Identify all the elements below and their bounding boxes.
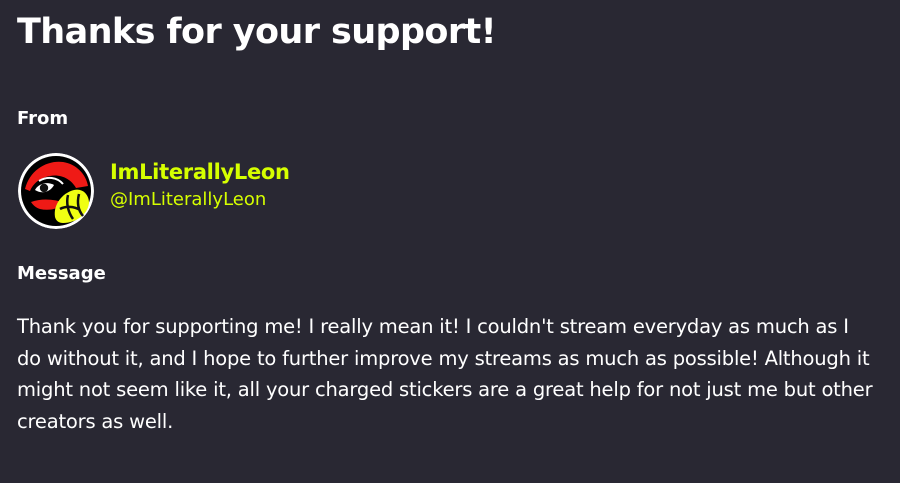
message-body: Thank you for supporting me! I really me… xyxy=(17,315,873,433)
sender-handle: @ImLiterallyLeon xyxy=(110,189,267,210)
avatar xyxy=(18,153,94,229)
from-label: From xyxy=(17,108,69,129)
page-title: Thanks for your support! xyxy=(17,12,497,52)
message-label: Message xyxy=(17,263,106,284)
sender-profile: ImLiterallyLeon @ImLiterallyLeon xyxy=(18,153,290,229)
sender-info: ImLiterallyLeon @ImLiterallyLeon xyxy=(110,158,290,214)
red-yellow-turtle-avatar-icon xyxy=(18,153,94,229)
sender-display-name: ImLiterallyLeon xyxy=(110,160,290,184)
support-message-page: Thanks for your support! From ImLiterall… xyxy=(0,0,900,483)
